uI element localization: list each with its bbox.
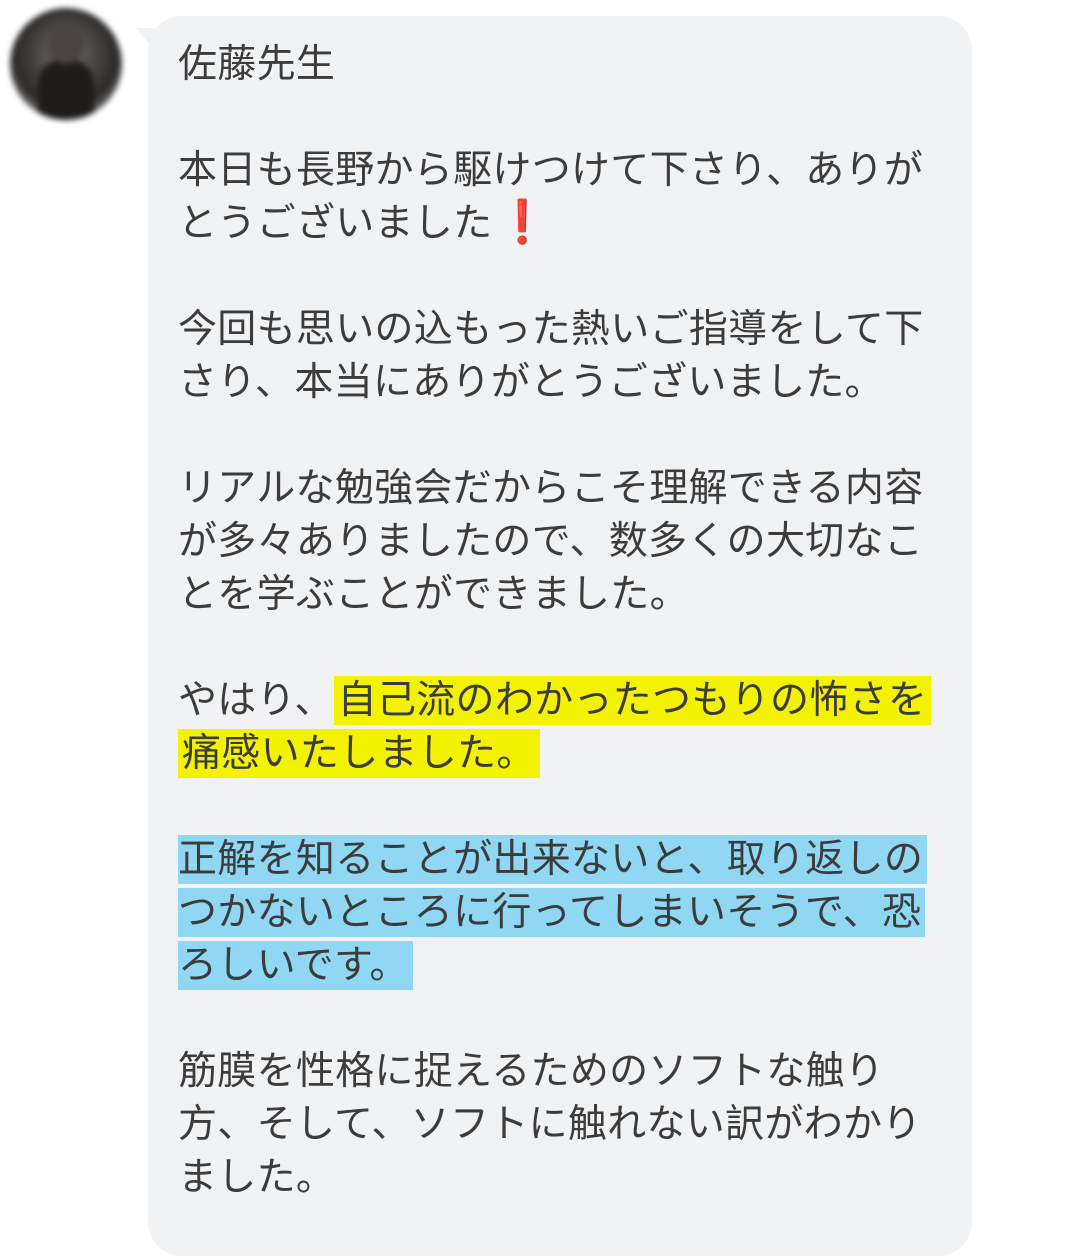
message-paragraph-3: リアルな勉強会だからこそ理解できる内容が多々ありましたので、数多くの大切なことを… (178, 466, 924, 617)
paragraph-4-lead: やはり、 (178, 678, 334, 723)
message-paragraph-2: 今回も思いの込もった熱いご指導をして下さり、本当にありがとうございました。 (178, 307, 924, 405)
message-paragraph-4: やはり、 自己流のわかったつもりの怖さを痛感いたしました。 (178, 674, 958, 780)
sender-name: 佐藤先生 (178, 42, 336, 87)
message-text: 佐藤先生 本日も長野から駆けつけて下さり、ありがとうございました❗ 今回も思いの… (178, 38, 958, 1257)
blue-highlight: 正解を知ることが出来ないと、取り返しのつかないところに行ってしまいそうで、恐ろし… (178, 835, 928, 990)
message-paragraph-5: 正解を知ることが出来ないと、取り返しのつかないところに行ってしまいそうで、恐ろし… (178, 833, 958, 992)
paragraph-1-text: 本日も長野から駆けつけて下さり、ありがとうございました (178, 148, 924, 246)
chat-message-row: 佐藤先生 本日も長野から駆けつけて下さり、ありがとうございました❗ 今回も思いの… (0, 0, 1080, 1256)
message-paragraph-1: 本日も長野から駆けつけて下さり、ありがとうございました❗ (178, 144, 958, 250)
message-paragraph-6: 筋膜を性格に捉えるためのソフトな触り方、そして、ソフトに触れない訳がわかりました… (178, 1049, 922, 1200)
avatar[interactable] (10, 8, 122, 120)
exclamation-mark-icon: ❗ (496, 197, 550, 246)
